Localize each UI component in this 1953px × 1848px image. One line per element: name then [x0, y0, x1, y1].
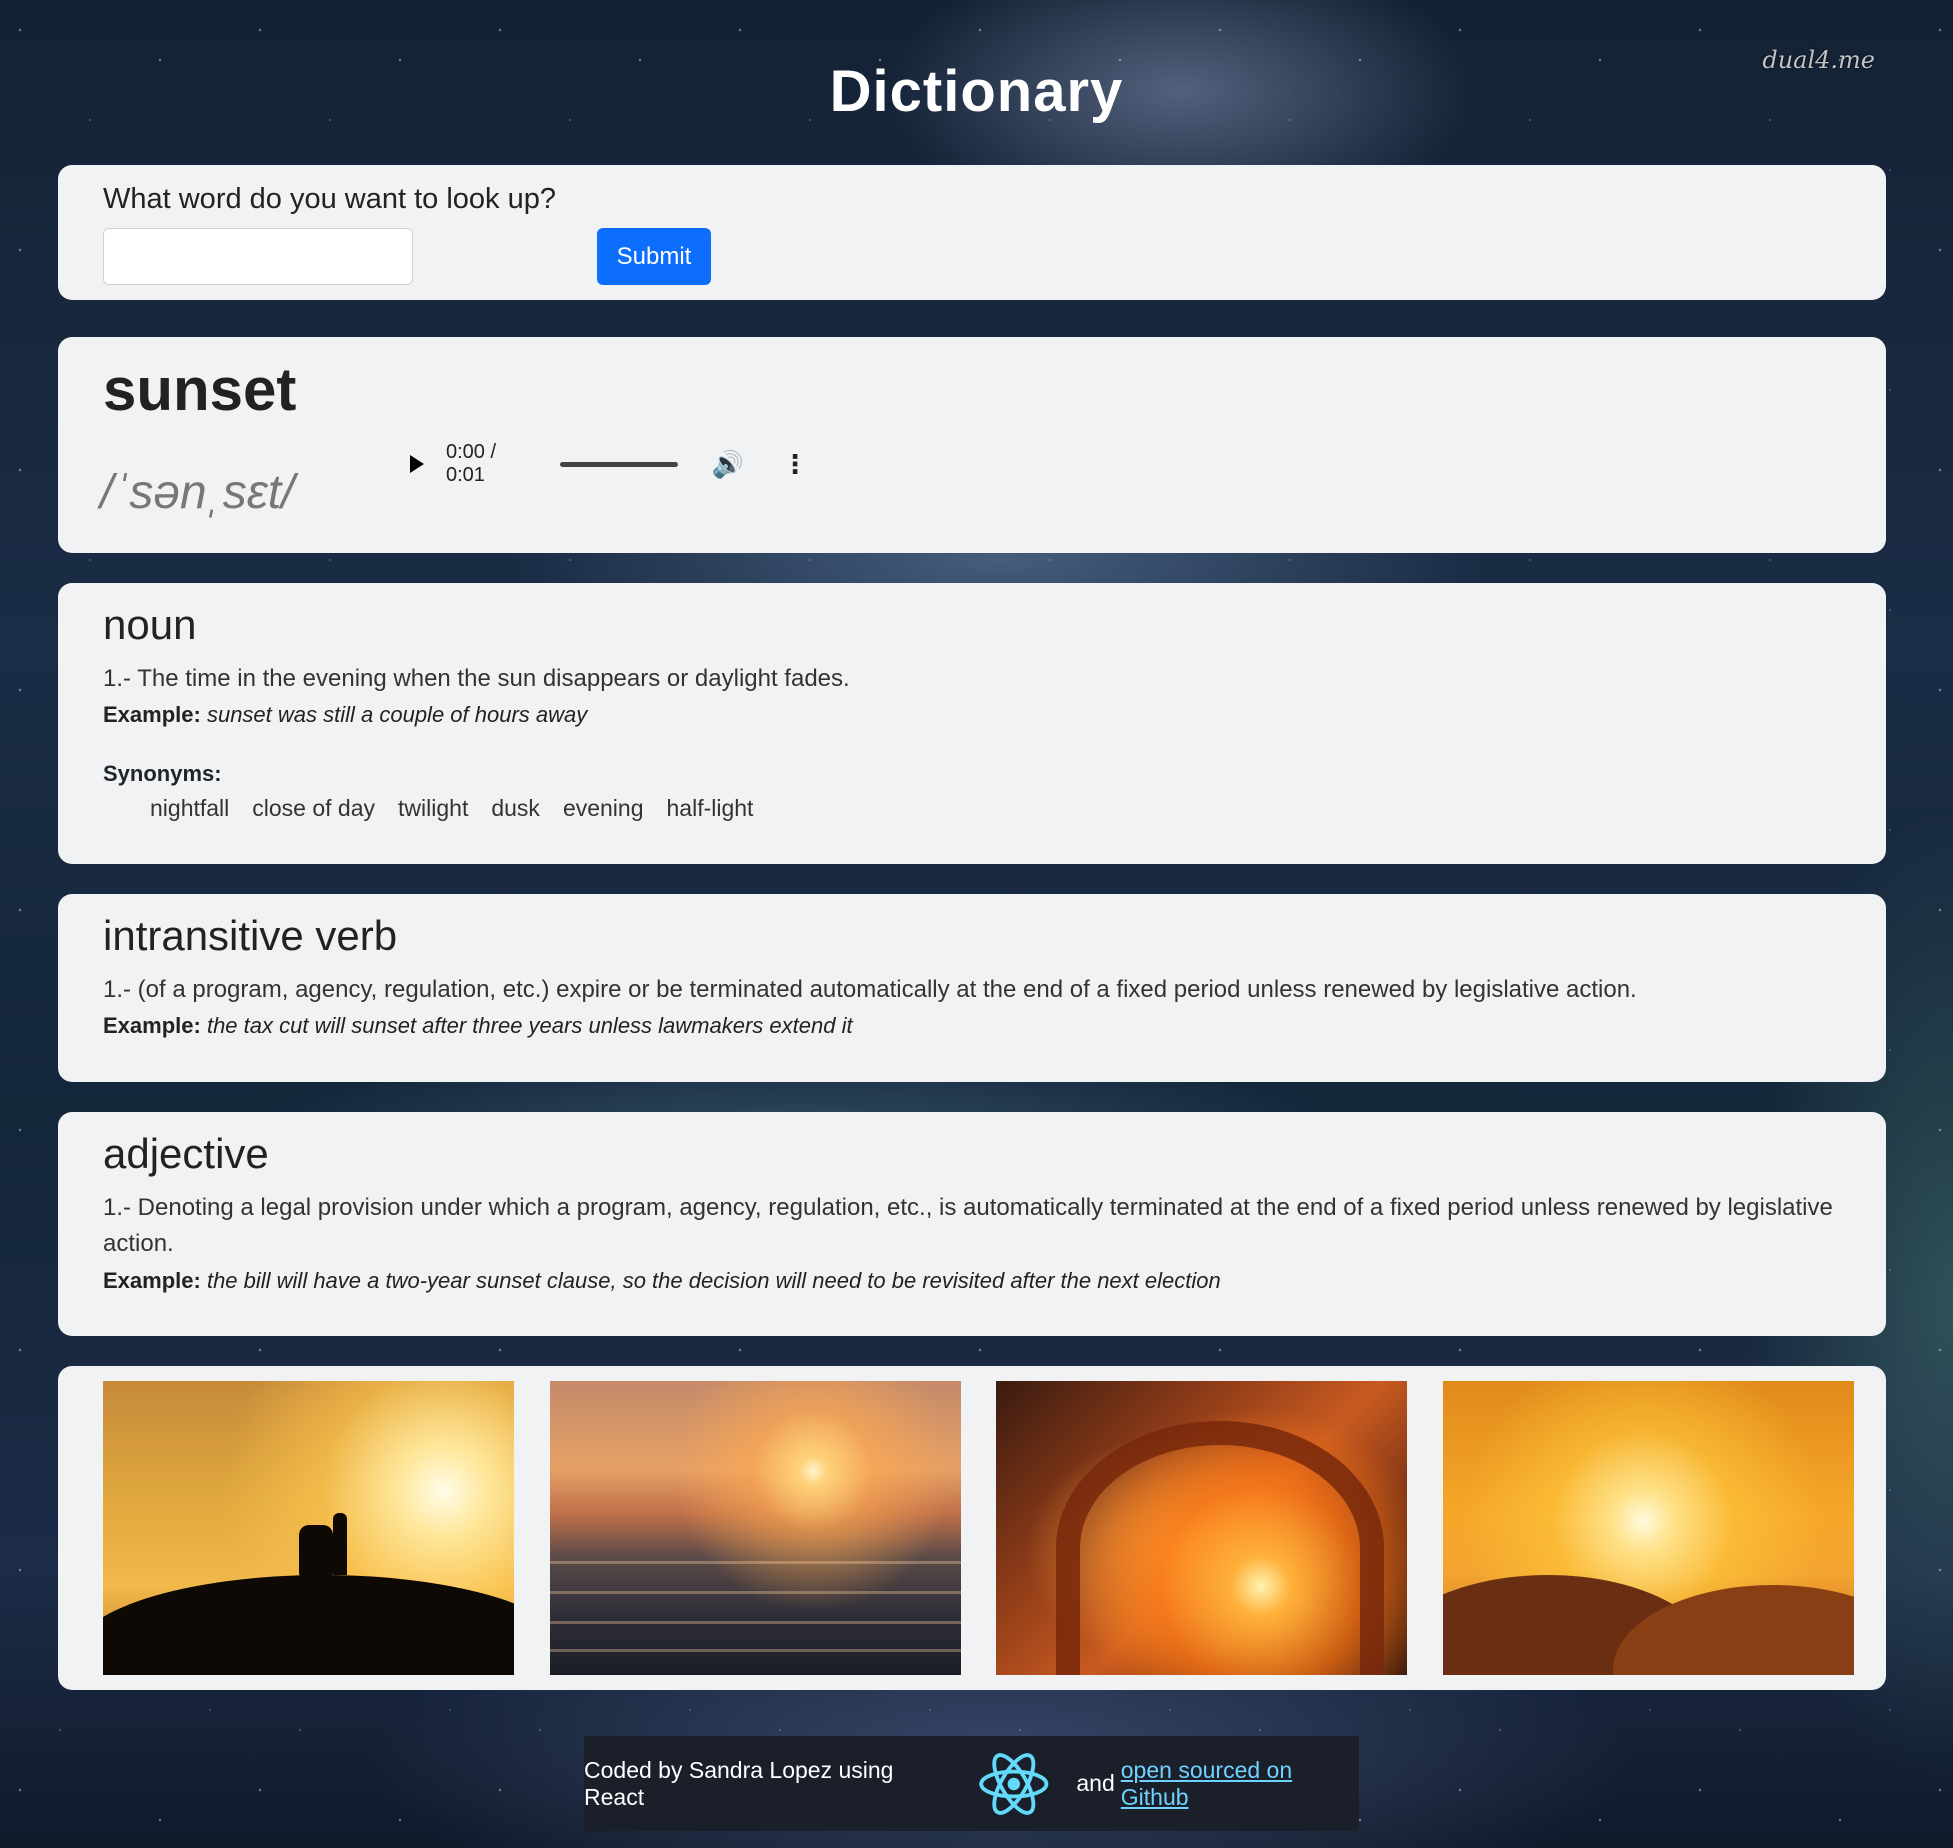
example-label: Example: — [103, 1013, 201, 1038]
definition: 1.- Denoting a legal provision under whi… — [103, 1194, 1833, 1257]
example-label: Example: — [103, 1268, 201, 1293]
meaning-card-noun: noun 1.- The time in the evening when th… — [58, 583, 1886, 864]
synonyms-label: Synonyms: — [103, 761, 222, 786]
synonym-item: evening — [562, 795, 644, 821]
search-input[interactable] — [103, 228, 413, 285]
more-options-icon[interactable]: ⋮ — [782, 451, 808, 477]
sunset-photo-mountains — [1443, 1381, 1854, 1675]
audio-progress-slider[interactable] — [560, 461, 678, 467]
images-card — [58, 1366, 1886, 1690]
phonetic-text: /ˈsənˌsɛt/ — [100, 466, 295, 519]
volume-icon[interactable]: 🔊 — [712, 449, 744, 480]
example-label: Example: — [103, 702, 201, 727]
play-icon[interactable] — [410, 455, 424, 473]
part-of-speech: intransitive verb — [103, 912, 398, 959]
example: Example: the tax cut will sunset after t… — [103, 1013, 1841, 1039]
example-text: the tax cut will sunset after three year… — [206, 1013, 853, 1038]
sunset-photo-couple — [103, 1381, 514, 1675]
word-card: sunset /ˈsənˌsɛt/ 0:00 / 0:01 🔊 ⋮ — [58, 337, 1886, 553]
react-icon — [979, 1752, 1049, 1815]
example-text: the bill will have a two-year sunset cla… — [206, 1268, 1221, 1293]
search-label: What word do you want to look up? — [103, 183, 556, 215]
definition: 1.- (of a program, agency, regulation, e… — [103, 976, 1637, 1003]
example-text: sunset was still a couple of hours away — [206, 702, 588, 727]
synonym-item: half-light — [666, 795, 754, 821]
audio-time: 0:00 / 0:01 — [446, 441, 497, 486]
footer: Coded by Sandra Lopez using React and op… — [584, 1736, 1359, 1831]
sunset-photo-wave — [996, 1381, 1407, 1675]
example: Example: sunset was still a couple of ho… — [103, 702, 1841, 728]
synonym-item: twilight — [398, 795, 469, 821]
part-of-speech: adjective — [103, 1130, 269, 1177]
github-link[interactable]: open sourced on Github — [1121, 1757, 1359, 1811]
audio-player: 0:00 / 0:01 🔊 ⋮ — [338, 437, 808, 491]
part-of-speech: noun — [103, 601, 197, 648]
synonym-item: dusk — [491, 795, 540, 821]
meaning-card-adjective: adjective 1.- Denoting a legal provision… — [58, 1112, 1886, 1336]
page-title: Dictionary — [829, 59, 1124, 124]
meaning-card-intransitive-verb: intransitive verb 1.- (of a program, age… — [58, 894, 1886, 1082]
sunset-photo-ocean — [550, 1381, 961, 1675]
example: Example: the bill will have a two-year s… — [103, 1268, 1841, 1294]
footer-credit: Coded by Sandra Lopez using React — [584, 1756, 894, 1810]
definition: 1.- The time in the evening when the sun… — [103, 665, 850, 692]
synonym-item: close of day — [252, 795, 376, 821]
footer-and: and — [1076, 1770, 1115, 1796]
synonyms-list: nightfall close of day twilight dusk eve… — [150, 795, 753, 822]
word-heading: sunset — [103, 356, 297, 423]
submit-button[interactable]: Submit — [597, 228, 711, 285]
synonym-item: nightfall — [150, 795, 230, 821]
search-card: What word do you want to look up? Submit — [58, 165, 1886, 300]
